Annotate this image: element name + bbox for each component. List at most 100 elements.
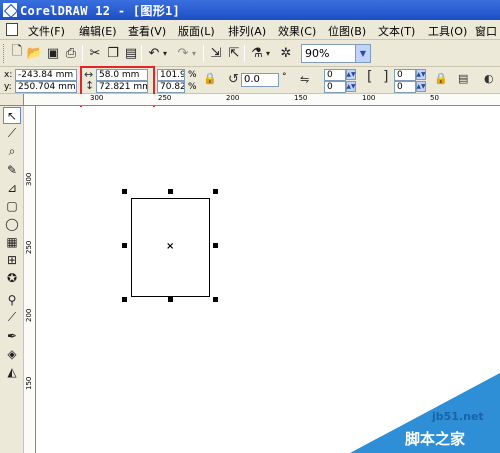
ruler-label: 300 xyxy=(90,94,104,102)
pick-tool-icon[interactable]: ↖ xyxy=(3,107,21,124)
toolbar-separator xyxy=(244,45,245,62)
scale-y-field[interactable]: 70.82 xyxy=(157,81,185,93)
corner-bracket-icon: [ xyxy=(367,69,373,85)
percent-label: % xyxy=(188,70,197,80)
selection-handle[interactable] xyxy=(122,243,127,248)
menu-file[interactable]: 文件(F) xyxy=(28,23,65,39)
paste-icon[interactable]: ▤ xyxy=(122,44,140,62)
polygon-tool-icon[interactable]: ▦ xyxy=(3,233,21,250)
menu-window[interactable]: 窗口 xyxy=(475,23,497,39)
import-icon[interactable]: ⇲ xyxy=(207,44,225,62)
center-marker-icon[interactable]: × xyxy=(166,242,174,252)
window-title: CorelDRAW 12 - [图形1] xyxy=(20,4,181,18)
freehand-tool-icon[interactable]: ✎ xyxy=(3,161,21,178)
corner-bracket-icon: ] xyxy=(383,69,389,85)
menu-effects[interactable]: 效果(C) xyxy=(278,23,316,39)
rotation-field[interactable]: 0.0 xyxy=(241,73,279,87)
selection-handle[interactable] xyxy=(213,243,218,248)
fill-tool-icon[interactable]: ◈ xyxy=(3,345,21,362)
mirror-icon[interactable]: ⇋ xyxy=(300,74,309,86)
basic-shapes-icon[interactable]: ⊞ xyxy=(3,251,21,268)
eyedropper-icon[interactable]: ⟋ xyxy=(3,309,21,326)
menu-view[interactable]: 查看(V) xyxy=(128,23,166,39)
copy-icon[interactable]: ❐ xyxy=(104,44,122,62)
spin-icon[interactable]: ▲▼ xyxy=(416,81,426,92)
menu-layout[interactable]: 版面(L) xyxy=(178,23,215,39)
interactive-fill-icon[interactable]: ◭ xyxy=(3,363,21,380)
y-label: y: xyxy=(4,82,12,92)
menu-edit[interactable]: 编辑(E) xyxy=(79,23,117,39)
smart-fill-icon[interactable]: ⊿ xyxy=(3,179,21,196)
ruler-label: 200 xyxy=(226,94,240,102)
ruler-origin[interactable] xyxy=(0,94,24,106)
ellipse-tool-icon[interactable]: ◯ xyxy=(3,215,21,232)
ruler-label: 150 xyxy=(294,94,308,102)
chevron-down-icon[interactable]: ▼ xyxy=(355,45,370,62)
print-icon[interactable]: ⎙ xyxy=(62,44,80,62)
shape-tool-icon[interactable]: ⟋ xyxy=(3,125,21,142)
menu-bar: 文件(F) 编辑(E) 查看(V) 版面(L) 排列(A) 效果(C) 位图(B… xyxy=(0,20,500,40)
zoom-tool-icon[interactable]: ⌕ xyxy=(3,143,21,160)
height-icon: ↕ xyxy=(85,79,95,92)
y-position-field[interactable]: 250.704 mm xyxy=(15,81,77,93)
x-position-field[interactable]: -243.84 mm xyxy=(15,69,77,81)
zoom-combo[interactable]: 90% ▼ xyxy=(301,44,371,63)
open-icon[interactable]: 📂 xyxy=(26,44,44,62)
menu-bitmaps[interactable]: 位图(B) xyxy=(328,23,366,39)
round-corners-lock-icon[interactable]: 🔒 xyxy=(434,73,448,85)
save-icon[interactable]: ▣ xyxy=(44,44,62,62)
toolbar-grip[interactable] xyxy=(3,44,6,63)
lock-ratio-icon[interactable]: 🔒 xyxy=(203,73,217,85)
undo-dropdown-icon[interactable]: ▾ xyxy=(160,44,170,62)
export-icon[interactable]: ⇱ xyxy=(225,44,243,62)
corner-top-left-field[interactable]: 0 xyxy=(324,69,346,81)
ruler-label: 300 xyxy=(25,172,33,186)
toolbar-separator xyxy=(141,45,142,62)
wrap-text-icon[interactable]: ▤ xyxy=(458,73,468,85)
launcher-dropdown-icon[interactable]: ▾ xyxy=(263,44,273,62)
outline-tool-icon[interactable]: ✒ xyxy=(3,327,21,344)
selection-handle[interactable] xyxy=(168,297,173,302)
selection-handle[interactable] xyxy=(168,189,173,194)
ruler-label: 200 xyxy=(25,308,33,322)
ruler-label: 250 xyxy=(25,240,33,254)
new-icon[interactable]: 🗋 xyxy=(8,44,26,62)
ruler-label: 100 xyxy=(362,94,376,102)
scale-x-field[interactable]: 101.9 xyxy=(157,69,185,81)
corner-bottom-right-field[interactable]: 0 xyxy=(394,81,416,93)
spin-icon[interactable]: ▲▼ xyxy=(416,69,426,80)
horizontal-ruler[interactable]: 300 250 200 150 100 50 xyxy=(24,94,500,106)
vertical-ruler[interactable]: 300 250 200 150 xyxy=(24,106,36,453)
rectangle-tool-icon[interactable]: ▢ xyxy=(3,197,21,214)
spin-icon[interactable]: ▲▼ xyxy=(346,69,356,80)
x-label: x: xyxy=(4,70,13,80)
selection-handle[interactable] xyxy=(122,189,127,194)
width-field[interactable]: 58.0 mm xyxy=(96,69,148,81)
ruler-label: 250 xyxy=(158,94,172,102)
toolbox: ↖ ⟋ ⌕ ✎ ⊿ ▢ ◯ ▦ ⊞ ✪ ⚲ ⟋ ✒ ◈ ◭ xyxy=(0,106,24,453)
document-icon[interactable] xyxy=(6,23,18,36)
standard-toolbar: 🗋 📂 ▣ ⎙ ✂ ❐ ▤ ↶ ▾ ↷ ▾ ⇲ ⇱ ⚗ ▾ ✲ 90% ▼ xyxy=(0,40,500,67)
title-bar: CorelDRAW 12 - [图形1] xyxy=(0,0,500,20)
zoom-level: 90% xyxy=(305,47,330,60)
cut-icon[interactable]: ✂ xyxy=(86,44,104,62)
spin-icon[interactable]: ▲▼ xyxy=(346,81,356,92)
watermark-site: jb51.net xyxy=(432,410,484,423)
height-field[interactable]: 72.821 mm xyxy=(96,81,148,93)
corner-bottom-left-field[interactable]: 0 xyxy=(324,81,346,93)
menu-arrange[interactable]: 排列(A) xyxy=(228,23,266,39)
text-tool-icon[interactable]: ✪ xyxy=(3,269,21,286)
selection-handle[interactable] xyxy=(213,189,218,194)
menu-text[interactable]: 文本(T) xyxy=(378,23,415,39)
percent-label: % xyxy=(188,82,197,92)
corel-online-icon[interactable]: ✲ xyxy=(277,44,295,62)
selection-handle[interactable] xyxy=(213,297,218,302)
menu-tools[interactable]: 工具(O) xyxy=(428,23,467,39)
interactive-blend-icon[interactable]: ⚲ xyxy=(3,291,21,308)
toolbar-separator xyxy=(82,45,83,62)
corner-top-right-field[interactable]: 0 xyxy=(394,69,416,81)
selection-handle[interactable] xyxy=(122,297,127,302)
redo-dropdown-icon[interactable]: ▾ xyxy=(189,44,199,62)
outline-width-icon[interactable]: ◐ xyxy=(484,73,494,85)
toolbar-separator xyxy=(203,45,204,62)
